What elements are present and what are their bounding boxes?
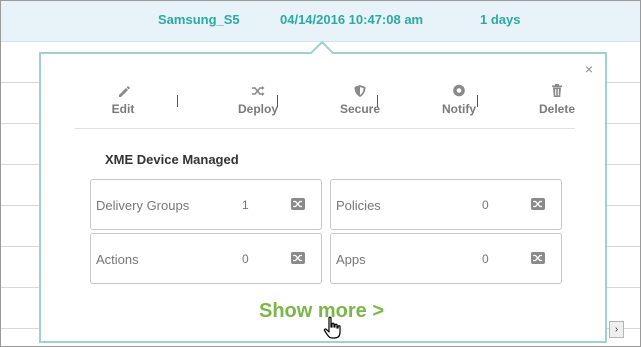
section-title: XME Device Managed bbox=[105, 152, 239, 167]
card-actions[interactable]: Actions 0 bbox=[90, 233, 322, 284]
separator bbox=[177, 95, 178, 107]
delete-button[interactable]: Delete bbox=[535, 82, 579, 116]
device-duration: 1 days bbox=[480, 12, 521, 27]
shuffle-icon[interactable] bbox=[531, 252, 545, 264]
action-toolbar: Edit Deploy Secure Notify Delete bbox=[75, 82, 575, 129]
device-details-popup: × Edit Deploy Secure Notify Delete XME D… bbox=[39, 52, 607, 343]
deploy-label: Deploy bbox=[237, 102, 278, 116]
card-count: 0 bbox=[482, 198, 489, 212]
device-name[interactable]: Samsung_S5 bbox=[158, 12, 240, 27]
hand-cursor-icon bbox=[323, 316, 341, 339]
card-label: Delivery Groups bbox=[96, 198, 190, 213]
separator bbox=[477, 95, 478, 107]
separator bbox=[277, 95, 278, 107]
notify-button[interactable]: Notify bbox=[436, 82, 482, 116]
delete-label: Delete bbox=[538, 102, 576, 116]
edit-button[interactable]: Edit bbox=[103, 82, 143, 116]
deploy-button[interactable]: Deploy bbox=[233, 82, 283, 116]
notify-label: Notify bbox=[442, 102, 476, 116]
shuffle-icon[interactable] bbox=[531, 198, 545, 210]
close-button[interactable]: × bbox=[585, 62, 593, 76]
card-count: 1 bbox=[242, 198, 249, 212]
card-policies[interactable]: Policies 0 bbox=[330, 179, 562, 230]
record-icon bbox=[453, 84, 465, 97]
card-label: Policies bbox=[336, 198, 381, 213]
table-row-selected[interactable]: Samsung_S5 04/14/2016 10:47:08 am 1 days bbox=[1, 1, 640, 42]
card-apps[interactable]: Apps 0 bbox=[330, 233, 562, 284]
scroll-right-button[interactable]: › bbox=[609, 321, 624, 338]
separator bbox=[377, 95, 378, 107]
card-count: 0 bbox=[242, 252, 249, 266]
card-label: Actions bbox=[96, 252, 139, 267]
shuffle-icon bbox=[252, 86, 265, 96]
shuffle-icon[interactable] bbox=[291, 198, 305, 210]
shield-icon bbox=[354, 85, 366, 97]
card-count: 0 bbox=[482, 252, 489, 266]
card-label: Apps bbox=[336, 252, 366, 267]
shuffle-icon[interactable] bbox=[291, 252, 305, 264]
show-more-link[interactable]: Show more > bbox=[259, 300, 384, 323]
edit-label: Edit bbox=[111, 102, 135, 116]
device-timestamp: 04/14/2016 10:47:08 am bbox=[280, 12, 424, 27]
pencil-icon bbox=[119, 86, 130, 97]
trash-icon bbox=[552, 84, 562, 97]
card-delivery-groups[interactable]: Delivery Groups 1 bbox=[90, 179, 322, 230]
